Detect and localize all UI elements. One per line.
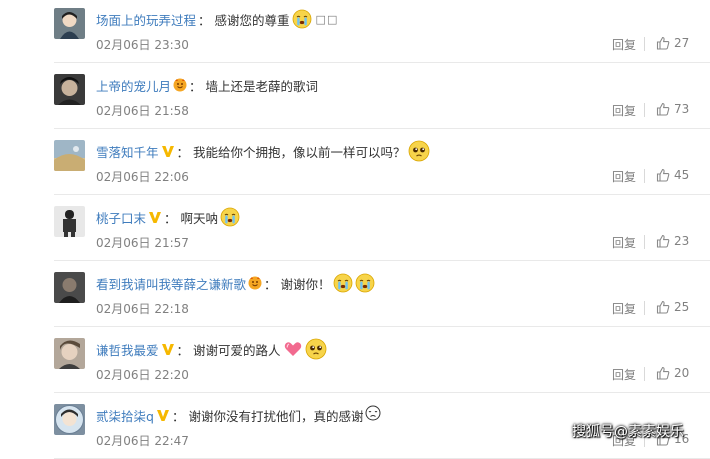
avatar[interactable] [54, 272, 85, 303]
action-divider [644, 235, 645, 249]
comment-timestamp: 02月06日 21:57 [96, 236, 189, 250]
comment-item: 雪落知千年 ：我能给你个拥抱，像以前一样可以吗？ 02月06日 22:06 回复 45 [0, 129, 710, 195]
crying-small-icon [365, 405, 385, 425]
comment-item: 看到我请叫我等薛之谦新歌 ：谢谢你！ 02月06日 22:18 回复 25 [0, 261, 710, 327]
like-button[interactable]: 73 [656, 102, 689, 116]
like-count: 27 [674, 36, 690, 50]
comment-line: 看到我请叫我等薛之谦新歌 ：谢谢你！ [96, 273, 375, 293]
comment-text: 我能给你个拥抱，像以前一样可以吗？ [193, 144, 406, 160]
pleading-face-icon [408, 140, 430, 162]
comment-line: 上帝的宠儿月 ：墙上还是老薛的歌词 [96, 75, 318, 95]
crying-face-icon [292, 9, 312, 29]
username-link[interactable]: 雪落知千年 [96, 142, 159, 161]
orange-vip-badge [248, 276, 262, 290]
action-divider [644, 37, 645, 51]
colon-separator: ： [264, 276, 277, 292]
comment-item: 场面上的玩弄过程：感谢您的尊重 □□ 02月06日 23:30 回复 27 [0, 0, 710, 63]
action-divider [644, 169, 645, 183]
avatar[interactable] [54, 404, 85, 435]
username-link[interactable]: 看到我请叫我等薛之谦新歌 [96, 274, 246, 293]
comment-line: 贰柒拾柒q ：谢谢你没有打扰他们，真的感谢 [96, 405, 385, 425]
comment-line: 谦哲我最爱 ：谢谢可爱的路人 [96, 338, 327, 360]
username-link[interactable]: 上帝的宠儿月 [96, 76, 171, 95]
colon-separator: ： [164, 210, 177, 226]
avatar[interactable] [54, 338, 85, 369]
reply-button[interactable]: 回复 [612, 36, 636, 53]
like-button[interactable]: 25 [656, 300, 689, 314]
yellow-v-badge [148, 210, 162, 224]
comment-item: 上帝的宠儿月 ：墙上还是老薛的歌词 02月06日 21:58 回复 73 [0, 63, 710, 129]
watermark: 搜狐号@素素娱乐 [572, 424, 684, 440]
colon-separator: ： [176, 144, 190, 160]
yellow-v-badge [161, 144, 175, 158]
thumbs-up-icon [656, 234, 670, 248]
reply-button[interactable]: 回复 [612, 366, 636, 383]
comment-text: 谢谢你没有打扰他们，真的感谢 [188, 408, 364, 424]
comment-item: 桃子口末 ：啊天呐 02月06日 21:57 回复 23 [0, 195, 710, 261]
comment-text: 谢谢可爱的路人 [193, 342, 281, 358]
reply-button[interactable]: 回复 [612, 300, 636, 317]
comment-line: 场面上的玩弄过程：感谢您的尊重 □□ [96, 9, 338, 29]
avatar[interactable] [54, 74, 85, 105]
comment-line: 桃子口末 ：啊天呐 [96, 207, 240, 227]
avatar[interactable] [54, 140, 85, 171]
comment-timestamp: 02月06日 23:30 [96, 38, 189, 52]
yellow-v-badge [156, 408, 170, 422]
crying-face-icon [333, 273, 353, 293]
yellow-v-badge [161, 342, 175, 356]
like-button[interactable]: 27 [656, 36, 689, 50]
colon-separator: ： [198, 12, 211, 28]
thumbs-up-icon [656, 36, 670, 50]
reply-button[interactable]: 回复 [612, 102, 636, 119]
like-count: 45 [674, 168, 690, 182]
colon-separator: ： [171, 408, 185, 424]
heart-icon [283, 339, 303, 359]
comment-item: 谦哲我最爱 ：谢谢可爱的路人 02月06日 22:20 回复 20 [0, 327, 710, 393]
comment-line: 雪落知千年 ：我能给你个拥抱，像以前一样可以吗？ [96, 140, 430, 162]
like-button[interactable]: 20 [656, 366, 689, 380]
pleading-face-icon [305, 338, 327, 360]
comment-timestamp: 02月06日 22:20 [96, 368, 189, 382]
action-divider [644, 301, 645, 315]
comment-timestamp: 02月06日 21:58 [96, 104, 189, 118]
comment-extra-text: □□ [315, 12, 339, 26]
colon-separator: ： [176, 342, 190, 358]
crying-face-icon [355, 273, 375, 293]
action-divider [644, 103, 645, 117]
comment-text: 感谢您的尊重 [214, 12, 290, 28]
reply-button[interactable]: 回复 [612, 168, 636, 185]
comment-timestamp: 02月06日 22:18 [96, 302, 189, 316]
comment-timestamp: 02月06日 22:47 [96, 434, 189, 448]
comment-text: 谢谢你！ [280, 276, 331, 292]
username-link[interactable]: 桃子口末 [96, 208, 146, 227]
like-count: 20 [674, 366, 690, 380]
username-link[interactable]: 谦哲我最爱 [96, 340, 159, 359]
thumbs-up-icon [656, 366, 670, 380]
colon-separator: ： [189, 78, 202, 94]
thumbs-up-icon [656, 102, 670, 116]
comment-timestamp: 02月06日 22:06 [96, 170, 189, 184]
like-button[interactable]: 23 [656, 234, 689, 248]
like-count: 23 [674, 234, 690, 248]
avatar[interactable] [54, 8, 85, 39]
crying-face-icon [220, 207, 240, 227]
action-divider [644, 367, 645, 381]
thumbs-up-icon [656, 168, 670, 182]
avatar[interactable] [54, 206, 85, 237]
reply-button[interactable]: 回复 [612, 234, 636, 251]
orange-vip-badge [173, 78, 187, 92]
comment-text: 墙上还是老薛的歌词 [205, 78, 319, 94]
thumbs-up-icon [656, 300, 670, 314]
comment-text: 啊天呐 [180, 210, 219, 226]
username-link[interactable]: 贰柒拾柒q [96, 406, 154, 425]
like-count: 25 [674, 300, 690, 314]
username-link[interactable]: 场面上的玩弄过程 [96, 10, 196, 29]
like-count: 73 [674, 102, 690, 116]
like-button[interactable]: 45 [656, 168, 689, 182]
